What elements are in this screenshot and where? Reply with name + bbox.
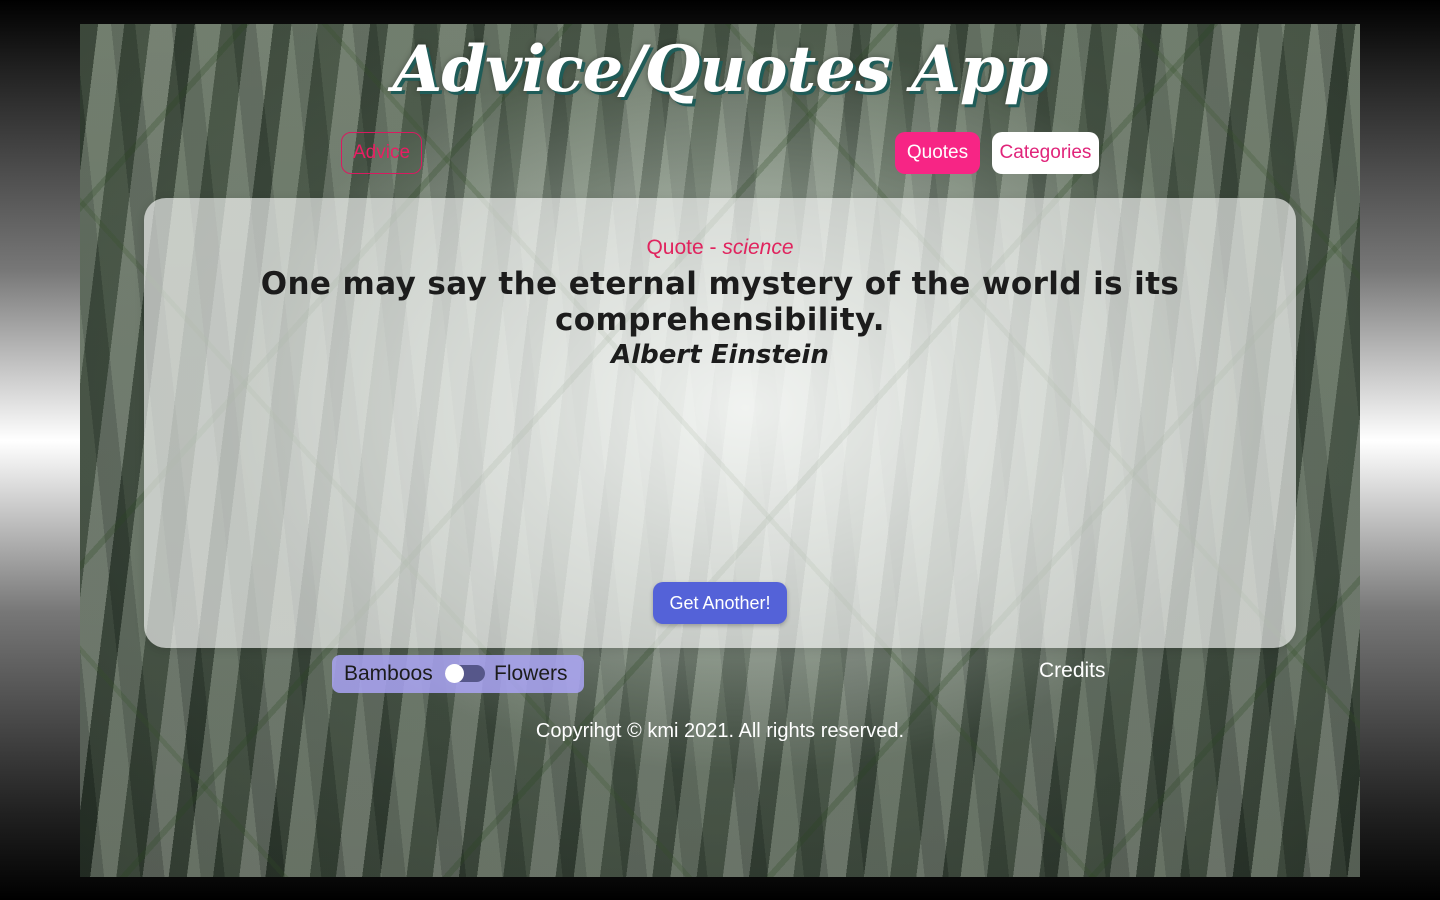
quote-type-label: Quote - science — [144, 236, 1296, 260]
credits-link[interactable]: Credits — [1039, 659, 1106, 683]
categories-button[interactable]: Categories — [992, 132, 1099, 174]
app-container: Advice/Quotes App Advice Quotes Categori… — [80, 24, 1360, 877]
get-another-button[interactable]: Get Another! — [653, 582, 787, 624]
quote-card: Quote - science One may say the eternal … — [144, 198, 1296, 648]
quote-type-prefix: Quote - — [646, 236, 723, 259]
toggle-label-flowers: Flowers — [494, 662, 568, 685]
app-title: Advice/Quotes App — [392, 32, 1049, 107]
advice-button[interactable]: Advice — [341, 132, 422, 174]
quote-category: science — [722, 236, 794, 259]
toggle-label-bamboos: Bamboos — [344, 662, 433, 685]
copyright-text: Copyrihgt © kmi 2021. All rights reserve… — [535, 720, 905, 742]
background-switch[interactable] — [445, 664, 485, 683]
quote-author: Albert Einstein — [611, 340, 829, 370]
quotes-button[interactable]: Quotes — [895, 132, 980, 174]
quote-text: One may say the eternal mystery of the w… — [260, 266, 1180, 338]
background-toggle: Bamboos Flowers — [332, 655, 584, 693]
switch-knob — [445, 664, 464, 683]
